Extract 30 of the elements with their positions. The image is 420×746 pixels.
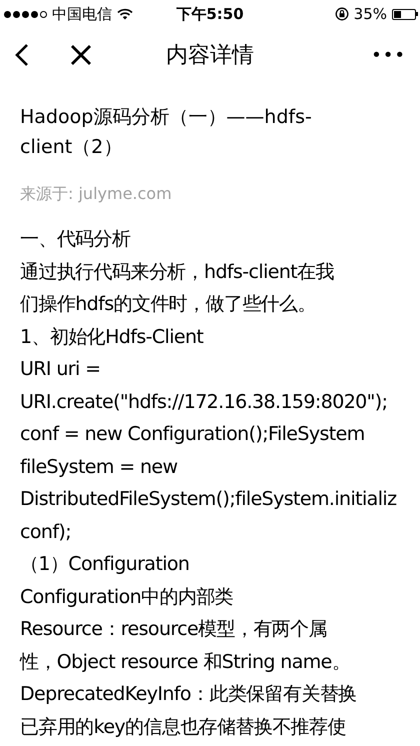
body-text-line: 们操作hdfs的文件时，做了些什么。 [20,292,316,317]
wifi-icon [117,8,133,20]
article-title: Hadoop源码分析（一）——hdfs- [20,105,312,130]
body-text-line: （1）Configuration [20,552,190,577]
body-text-line: 通过执行代码来分析，hdfs-client在我 [20,260,334,284]
page-title: 内容详情 [166,42,254,70]
more-button[interactable]: ••• [371,44,406,66]
body-text-line: URI uri = [20,357,100,382]
battery-icon [392,8,418,20]
body-text-line: conf = new Configuration();FileSystem [20,422,365,447]
rotation-lock-icon [334,7,349,21]
clock-time: 下午5:50 [176,4,244,24]
body-text-line: 已弃用的key的信息也存储替换不推荐使 [20,714,346,740]
signal-icon [4,10,47,18]
battery-percent: 35% [354,5,387,23]
article-title: client（2） [20,135,122,160]
body-text-line: Configuration中的内部类 [20,584,234,610]
back-button[interactable] [14,43,30,67]
body-text-line: 一、代码分析 [20,227,130,252]
body-text-line: Resource：resource模型，有两个属 [20,617,327,642]
body-text-line: conf); [20,520,72,544]
body-text-line: URI.create("hdfs://172.16.38.159:8020"); [20,390,388,414]
body-text-line: DistributedFileSystem();fileSystem.initializ [20,487,396,512]
close-button[interactable] [70,44,92,66]
body-text-line: DeprecatedKeyInfo：此类保留有关替换 [20,682,357,707]
body-text-line: 性，Object resource 和String name。 [20,650,350,674]
carrier-name: 中国电信 [52,4,112,24]
body-text-line: 1、初始化Hdfs-Client [20,324,204,350]
body-text-line: fileSystem = new [20,454,178,480]
article-source: 来源于: julyme.com [20,184,172,205]
